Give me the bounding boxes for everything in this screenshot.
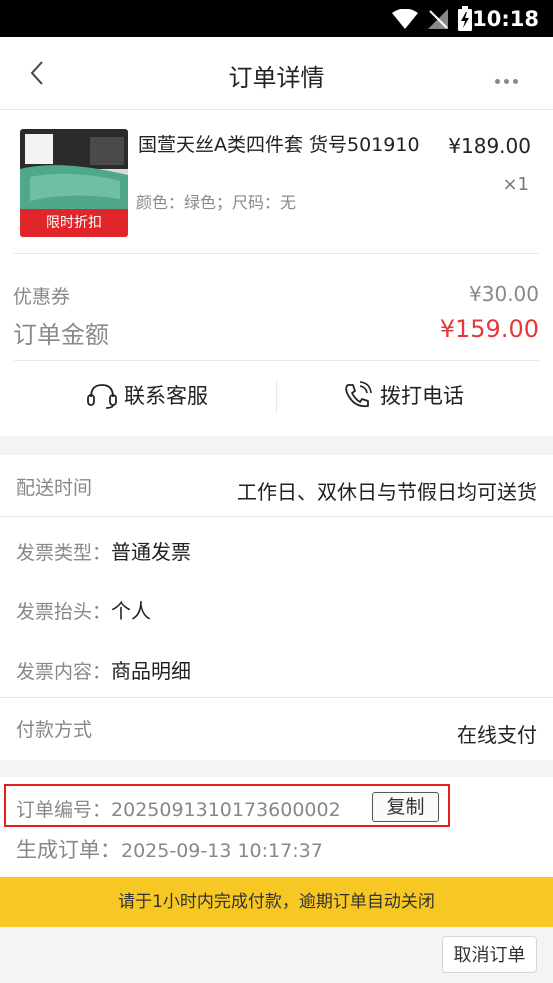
more-options-icon[interactable] bbox=[495, 69, 525, 84]
order-created-label: 生成订单： bbox=[16, 838, 121, 862]
discount-badge: 限时折扣 bbox=[20, 209, 128, 237]
invoice-title-value: 个人 bbox=[111, 599, 152, 623]
call-phone-label: 拨打电话 bbox=[380, 384, 464, 408]
product-attributes: 颜色：绿色；尺码：无 bbox=[136, 193, 297, 212]
divider bbox=[14, 253, 539, 254]
contact-service-label: 联系客服 bbox=[124, 384, 208, 408]
call-phone-button[interactable]: 拨打电话 bbox=[342, 380, 464, 410]
payment-method-label: 付款方式 bbox=[16, 719, 93, 741]
delivery-time-value: 工作日、双休日与节假日均可送货 bbox=[237, 480, 537, 504]
action-separator bbox=[276, 380, 277, 414]
coupon-label: 优惠券 bbox=[13, 286, 71, 308]
status-bar: 10:18 bbox=[0, 0, 553, 37]
invoice-type-row: 发票类型：普通发票 bbox=[16, 536, 191, 565]
product-quantity: ×1 bbox=[502, 174, 529, 195]
coupon-value: ¥30.00 bbox=[469, 282, 539, 306]
invoice-title-row: 发票抬头：个人 bbox=[16, 595, 151, 624]
payment-method-value: 在线支付 bbox=[457, 723, 537, 747]
invoice-content-value: 商品明细 bbox=[111, 659, 192, 683]
no-signal-icon bbox=[428, 9, 448, 29]
contact-service-button[interactable]: 联系客服 bbox=[86, 380, 208, 410]
headset-icon bbox=[87, 384, 117, 409]
invoice-type-label: 发票类型： bbox=[16, 542, 112, 564]
product-thumbnail[interactable]: 限时折扣 bbox=[20, 129, 128, 237]
status-time: 10:18 bbox=[472, 7, 539, 31]
order-created-value: 2025-09-13 10:17:37 bbox=[121, 840, 323, 862]
page-title: 订单详情 bbox=[228, 64, 325, 92]
wifi-icon bbox=[392, 9, 418, 29]
divider bbox=[0, 697, 553, 698]
navigation-bar: 订单详情 bbox=[0, 37, 553, 110]
invoice-type-value: 普通发票 bbox=[111, 540, 192, 564]
product-name[interactable]: 国萱天丝A类四件套 货号501910 bbox=[138, 133, 438, 158]
invoice-title-label: 发票抬头： bbox=[16, 601, 112, 623]
delivery-time-label: 配送时间 bbox=[16, 477, 93, 499]
order-created-row: 生成订单：2025-09-13 10:17:37 bbox=[16, 834, 323, 864]
divider bbox=[14, 360, 539, 361]
phone-icon bbox=[345, 381, 372, 408]
divider bbox=[0, 516, 553, 517]
highlight-box bbox=[4, 784, 450, 827]
cancel-order-button[interactable]: 取消订单 bbox=[442, 936, 537, 973]
invoice-content-row: 发票内容：商品明细 bbox=[16, 655, 191, 684]
payment-notice-bar: 请于1小时内完成付款，逾期订单自动关闭 bbox=[0, 877, 553, 927]
product-price: ¥189.00 bbox=[448, 134, 531, 158]
invoice-content-label: 发票内容： bbox=[16, 661, 112, 683]
order-total-label: 订单金额 bbox=[13, 321, 109, 349]
order-total-value: ¥159.00 bbox=[439, 315, 539, 343]
battery-charging-icon bbox=[458, 6, 472, 31]
